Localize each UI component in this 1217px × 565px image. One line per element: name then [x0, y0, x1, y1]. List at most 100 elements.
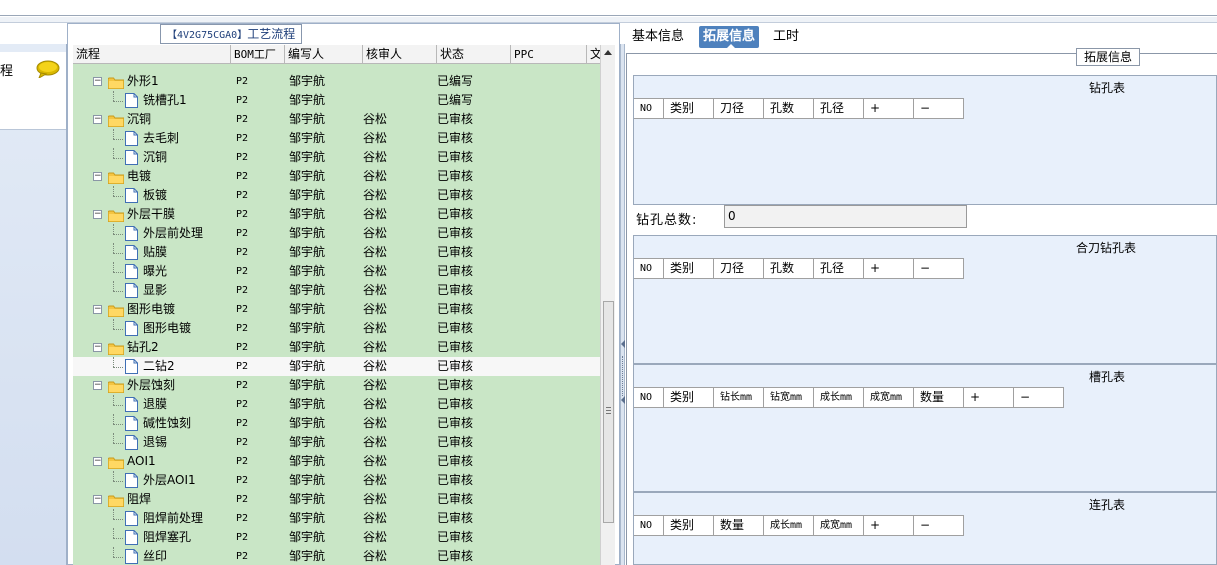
column-header[interactable]: NO — [634, 516, 664, 535]
column-header[interactable]: + — [864, 259, 914, 278]
column-header[interactable]: − — [914, 99, 964, 118]
collapse-toggle-icon[interactable]: − — [93, 381, 102, 390]
column-header[interactable]: 刀径 — [714, 259, 764, 278]
table-row[interactable]: − AOI1 P2 邹宇航 谷松 已审核 — [73, 452, 600, 471]
column-header[interactable]: + — [964, 388, 1014, 407]
status: 已审核 — [437, 435, 474, 449]
step-name: 去毛刺 — [143, 131, 180, 145]
table-row[interactable]: − 电镀 P2 邹宇航 谷松 已审核 — [73, 167, 600, 186]
column-header[interactable]: − — [1014, 388, 1064, 407]
table-row[interactable]: 贴膜 P2 邹宇航 谷松 已审核 — [73, 243, 600, 262]
table-row[interactable]: − 图形电镀 P2 邹宇航 谷松 已审核 — [73, 300, 600, 319]
collapse-toggle-icon[interactable]: − — [93, 115, 102, 124]
column-header[interactable]: 孔数 — [764, 99, 814, 118]
column-header[interactable]: 成宽mm — [814, 516, 864, 535]
step-name: 退膜 — [143, 397, 168, 411]
table-row[interactable]: 板镀 P2 邹宇航 谷松 已审核 — [73, 186, 600, 205]
tab-work-hours[interactable]: 工时 — [769, 26, 803, 48]
collapse-arrow-icon[interactable] — [621, 396, 625, 404]
tree-line — [113, 519, 123, 520]
process-tree-grid[interactable]: − 外形1 P2 邹宇航 已编写 铣槽孔1 P2 邹宇航 已编写 − 沉铜 P2 邹宇航 谷松 已审核 去毛刺… — [73, 64, 600, 565]
column-header[interactable]: 成长mm — [764, 516, 814, 535]
column-header[interactable]: PPC — [511, 45, 587, 64]
column-header[interactable]: BOM工厂 — [231, 45, 285, 64]
column-header[interactable]: 刀径 — [714, 99, 764, 118]
collapse-arrow-icon[interactable] — [621, 340, 625, 348]
column-header[interactable]: NO — [634, 259, 664, 278]
column-header[interactable]: 类别 — [664, 99, 714, 118]
table-row[interactable]: − 外层蚀刻 P2 邹宇航 谷松 已审核 — [73, 376, 600, 395]
column-header[interactable]: 数量 — [714, 516, 764, 535]
table-row[interactable]: 沉铜 P2 邹宇航 谷松 已审核 — [73, 148, 600, 167]
column-header[interactable]: 钻宽mm — [764, 388, 814, 407]
extended-info-legend: 拓展信息 — [1076, 48, 1141, 66]
column-header[interactable]: 成宽mm — [864, 388, 914, 407]
tree-line — [113, 101, 123, 102]
table-row[interactable]: 图形电镀 P2 邹宇航 谷松 已审核 — [73, 319, 600, 338]
detail-tabs: 基本信息 拓展信息 工时 — [626, 23, 1217, 49]
column-header[interactable]: 数量 — [914, 388, 964, 407]
step-group-name: 外层蚀刻 — [127, 378, 176, 392]
table-row[interactable]: 阻焊前处理 P2 邹宇航 谷松 已审核 — [73, 509, 600, 528]
table-row[interactable]: − 沉铜 P2 邹宇航 谷松 已审核 — [73, 110, 600, 129]
column-header[interactable]: NO — [634, 99, 664, 118]
column-header[interactable]: 成长mm — [814, 388, 864, 407]
step-name: 退锡 — [143, 435, 168, 449]
column-header[interactable]: NO — [634, 388, 664, 407]
table-row[interactable]: 去毛刺 P2 邹宇航 谷松 已审核 — [73, 129, 600, 148]
column-header[interactable]: 类别 — [664, 388, 714, 407]
table-row[interactable]: 曝光 P2 邹宇航 谷松 已审核 — [73, 262, 600, 281]
scroll-up-arrow-icon[interactable] — [604, 50, 612, 55]
table-row[interactable]: 退锡 P2 邹宇航 谷松 已审核 — [73, 433, 600, 452]
column-header[interactable]: 类别 — [664, 259, 714, 278]
tab-basic-info[interactable]: 基本信息 — [628, 26, 688, 48]
table-row[interactable]: 显影 P2 邹宇航 谷松 已审核 — [73, 281, 600, 300]
column-header[interactable]: 核审人 — [363, 45, 437, 64]
column-header[interactable]: 类别 — [664, 516, 714, 535]
reviewer: 谷松 — [363, 416, 388, 430]
table-row[interactable]: 外层前处理 P2 邹宇航 谷松 已审核 — [73, 224, 600, 243]
reviewer: 谷松 — [363, 549, 388, 563]
table-row[interactable]: 铣槽孔1 P2 邹宇航 已编写 — [73, 91, 600, 110]
bom-factory: P2 — [236, 152, 249, 163]
column-header[interactable]: 流程 — [73, 45, 231, 64]
collapse-toggle-icon[interactable]: − — [93, 172, 102, 181]
collapse-toggle-icon[interactable]: − — [93, 305, 102, 314]
drill-total-field[interactable]: 0 — [724, 205, 967, 228]
column-header[interactable]: 编写人 — [285, 45, 363, 64]
table-row[interactable] — [73, 64, 600, 72]
reviewer: 谷松 — [363, 511, 388, 525]
column-header[interactable]: 状态 — [437, 45, 511, 64]
table-row[interactable]: 丝印 P2 邹宇航 谷松 已审核 — [73, 547, 600, 565]
scrollbar-thumb[interactable] — [603, 301, 614, 523]
vertical-scrollbar[interactable] — [600, 45, 615, 565]
table-row[interactable]: − 阻焊 P2 邹宇航 谷松 已审核 — [73, 490, 600, 509]
collapse-toggle-icon[interactable]: − — [93, 457, 102, 466]
column-header[interactable]: − — [914, 516, 964, 535]
table-row[interactable]: 二钻2 P2 邹宇航 谷松 已审核 — [73, 357, 600, 376]
column-header[interactable]: + — [864, 516, 914, 535]
table-row[interactable]: − 外层干膜 P2 邹宇航 谷松 已审核 — [73, 205, 600, 224]
column-header[interactable]: − — [914, 259, 964, 278]
tree-line — [113, 509, 114, 519]
table-row[interactable]: − 钻孔2 P2 邹宇航 谷松 已审核 — [73, 338, 600, 357]
drill-table-title: 钻孔表 — [1089, 81, 1126, 95]
collapse-toggle-icon[interactable]: − — [93, 343, 102, 352]
collapse-toggle-icon[interactable]: − — [93, 210, 102, 219]
column-header[interactable]: 孔径 — [814, 99, 864, 118]
collapse-toggle-icon[interactable]: − — [93, 495, 102, 504]
column-header[interactable]: 孔数 — [764, 259, 814, 278]
left-nav-item-process[interactable]: 程 — [0, 52, 66, 130]
status: 已审核 — [437, 131, 474, 145]
table-row[interactable]: 碱性蚀刻 P2 邹宇航 谷松 已审核 — [73, 414, 600, 433]
table-row[interactable]: 阻焊塞孔 P2 邹宇航 谷松 已审核 — [73, 528, 600, 547]
tree-line — [113, 262, 114, 272]
column-header[interactable]: 钻长mm — [714, 388, 764, 407]
column-header[interactable]: + — [864, 99, 914, 118]
table-row[interactable]: 外层AOI1 P2 邹宇航 谷松 已审核 — [73, 471, 600, 490]
table-row[interactable]: 退膜 P2 邹宇航 谷松 已审核 — [73, 395, 600, 414]
collapse-toggle-icon[interactable]: − — [93, 77, 102, 86]
table-row[interactable]: − 外形1 P2 邹宇航 已编写 — [73, 72, 600, 91]
middle-splitter[interactable] — [620, 44, 625, 565]
column-header[interactable]: 孔径 — [814, 259, 864, 278]
